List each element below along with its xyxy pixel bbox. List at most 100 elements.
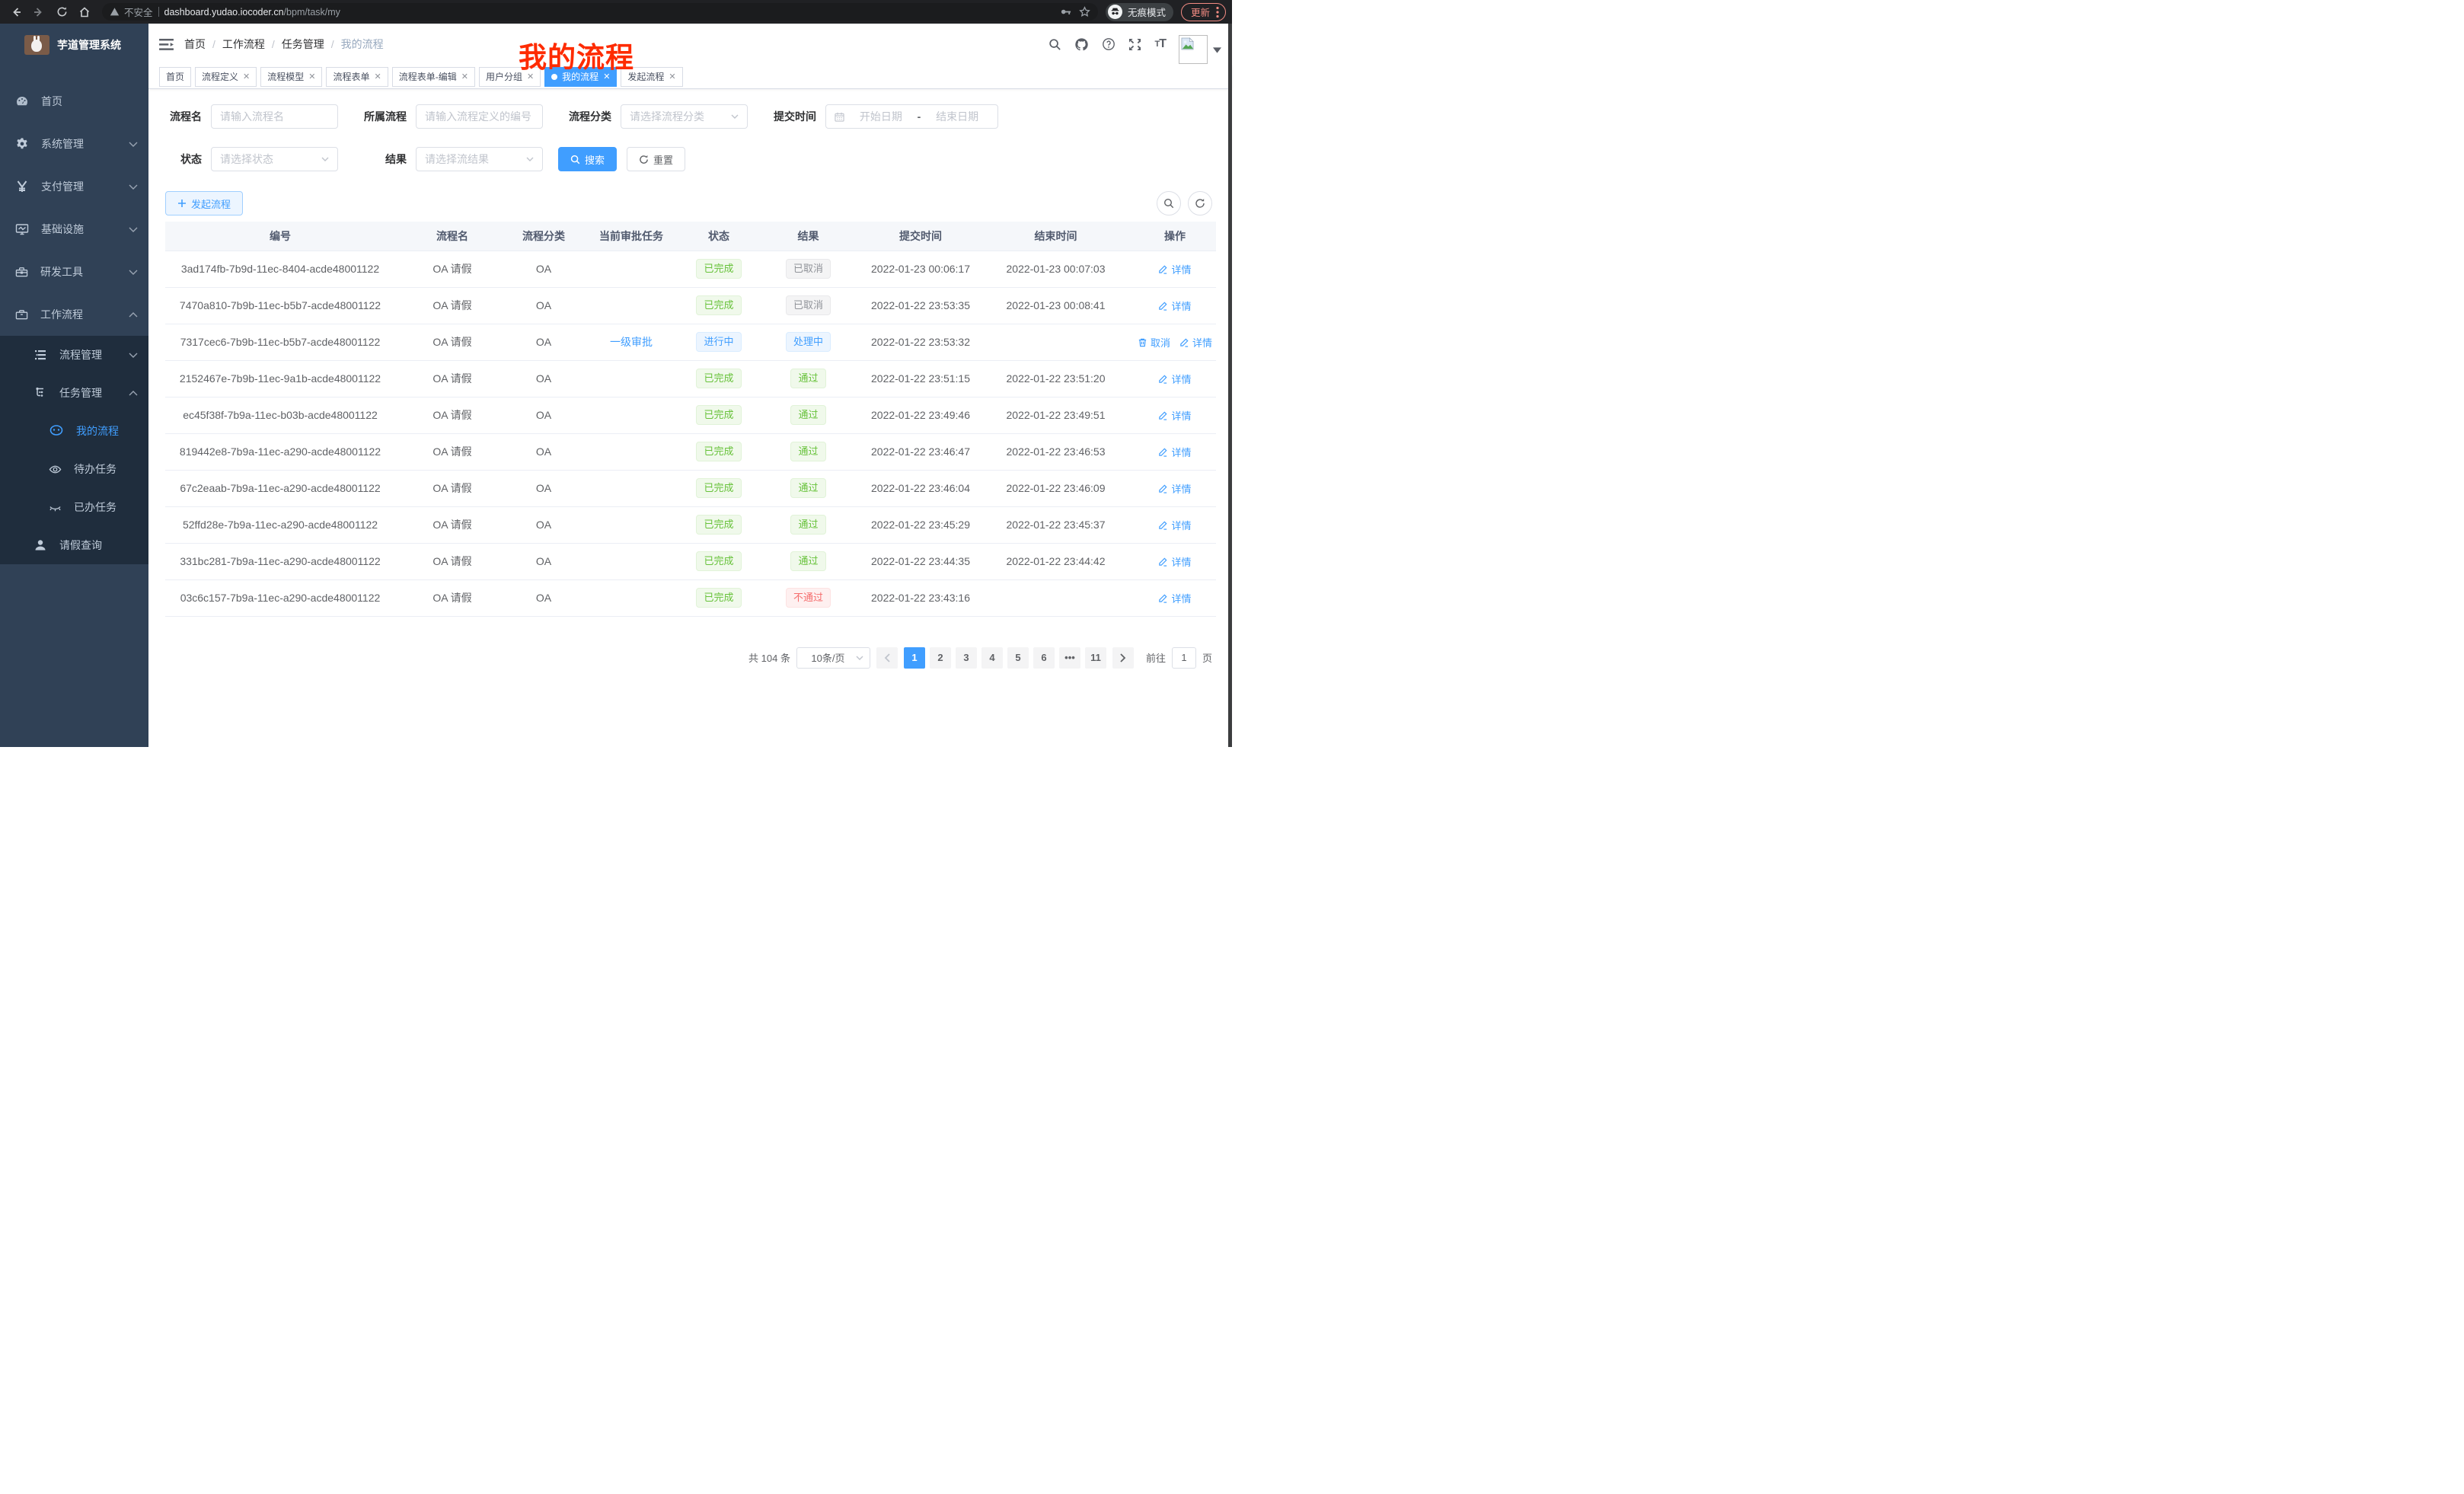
start-process-button[interactable]: 发起流程: [165, 191, 243, 215]
prev-page-button[interactable]: [876, 647, 898, 669]
sidebar-item-10[interactable]: 待办任务: [0, 450, 148, 488]
refresh-table-button[interactable]: [1188, 191, 1212, 215]
sidebar-item-2[interactable]: 系统管理: [0, 123, 148, 165]
browser-update-button[interactable]: 更新: [1181, 3, 1226, 21]
close-icon[interactable]: ✕: [375, 72, 381, 81]
breadcrumb-item[interactable]: 首页: [184, 37, 206, 52]
result-badge: 通过: [790, 515, 825, 535]
browser-back-icon[interactable]: [6, 2, 26, 22]
tab-4[interactable]: 流程表单✕: [326, 67, 388, 87]
cell-end-time: 2022-01-23 00:07:03: [978, 251, 1134, 287]
search-button[interactable]: 搜索: [558, 147, 617, 171]
browser-forward-icon[interactable]: [29, 2, 49, 22]
sidebar-item-3[interactable]: 支付管理: [0, 165, 148, 208]
table-row-7: 67c2eaab-7b9a-11ec-a290-acde48001122OA 请…: [165, 470, 1216, 506]
close-icon[interactable]: ✕: [243, 72, 250, 81]
process-name-input[interactable]: 请输入流程名: [211, 104, 338, 129]
page-button-1[interactable]: 1: [904, 647, 925, 669]
browser-menu-icon: [1216, 6, 1219, 18]
process-definition-input[interactable]: 请输入流程定义的编号: [416, 104, 543, 129]
table-row-10: 03c6c157-7b9a-11ec-a290-acde48001122OA 请…: [165, 579, 1216, 616]
cell-actions: 详情: [1134, 397, 1216, 433]
detail-link[interactable]: 详情: [1158, 481, 1191, 496]
search-icon: [1163, 198, 1174, 209]
detail-link[interactable]: 详情: [1158, 518, 1191, 532]
page-button-5[interactable]: 5: [1007, 647, 1029, 669]
detail-link[interactable]: 详情: [1158, 262, 1191, 276]
reset-button[interactable]: 重置: [627, 147, 685, 171]
edit-icon: [1158, 301, 1168, 311]
github-icon[interactable]: [1074, 37, 1089, 52]
page-button-4[interactable]: 4: [981, 647, 1003, 669]
cell-category: OA: [509, 251, 578, 287]
page-button-6[interactable]: 6: [1033, 647, 1055, 669]
status-select[interactable]: 请选择状态: [211, 147, 338, 171]
detail-link[interactable]: 详情: [1158, 445, 1191, 459]
result-badge: 已取消: [786, 295, 831, 315]
result-select[interactable]: 请选择流结果: [416, 147, 543, 171]
edit-icon: [1158, 520, 1168, 530]
page-button-11[interactable]: 11: [1085, 647, 1106, 669]
sidebar-item-8[interactable]: 任务管理: [0, 374, 148, 412]
breadcrumb-item[interactable]: 工作流程: [222, 37, 265, 52]
sidebar-item-1[interactable]: 首页: [0, 80, 148, 123]
sidebar-item-label: 系统管理: [41, 136, 116, 152]
process-table: 编号流程名流程分类当前审批任务状态结果提交时间结束时间操作 3ad174fb-7…: [165, 222, 1216, 617]
sidebar-item-12[interactable]: 请假查询: [0, 526, 148, 564]
page-button-3[interactable]: 3: [956, 647, 977, 669]
fullscreen-icon[interactable]: [1128, 38, 1141, 51]
gear-icon: [15, 137, 29, 151]
sidebar-item-5[interactable]: 研发工具: [0, 251, 148, 293]
tab-2[interactable]: 流程定义✕: [195, 67, 257, 87]
next-page-button[interactable]: [1112, 647, 1134, 669]
close-icon[interactable]: ✕: [461, 72, 468, 81]
browser-reload-icon[interactable]: [52, 2, 72, 22]
edit-icon: [1158, 374, 1168, 384]
detail-link[interactable]: 详情: [1158, 554, 1191, 569]
tab-1[interactable]: 首页: [159, 67, 191, 87]
sidebar-item-9[interactable]: 我的流程: [0, 412, 148, 450]
font-size-icon[interactable]: TT: [1154, 37, 1166, 51]
close-icon[interactable]: ✕: [308, 72, 315, 81]
search-icon[interactable]: [1048, 38, 1061, 51]
breadcrumb-item[interactable]: 任务管理: [282, 37, 324, 52]
toggle-search-button[interactable]: [1157, 191, 1181, 215]
app-logo-row[interactable]: 芋道管理系统: [0, 24, 148, 66]
browser-home-icon[interactable]: [75, 2, 94, 22]
security-indicator[interactable]: 不安全: [110, 5, 153, 19]
cell-status: 已完成: [685, 433, 753, 470]
cell-end-time: 2022-01-22 23:46:53: [978, 433, 1134, 470]
window-scrollbar[interactable]: [1228, 24, 1232, 747]
submit-time-range-input[interactable]: 开始日期 - 结束日期: [825, 104, 998, 129]
close-icon[interactable]: ✕: [669, 72, 675, 81]
help-icon[interactable]: [1102, 37, 1116, 51]
category-select[interactable]: 请选择流程分类: [621, 104, 748, 129]
page-button-2[interactable]: 2: [930, 647, 951, 669]
detail-link[interactable]: 详情: [1179, 335, 1212, 350]
sidebar-item-4[interactable]: 基础设施: [0, 208, 148, 251]
edit-icon: [1158, 410, 1168, 420]
detail-link[interactable]: 详情: [1158, 372, 1191, 386]
detail-link[interactable]: 详情: [1158, 298, 1191, 313]
avatar[interactable]: [1179, 35, 1208, 64]
sidebar-item-6[interactable]: 工作流程: [0, 293, 148, 336]
cell-id: 819442e8-7b9a-11ec-a290-acde48001122: [165, 433, 395, 470]
sidebar-item-7[interactable]: 流程管理: [0, 336, 148, 374]
detail-link[interactable]: 详情: [1158, 591, 1191, 605]
tab-3[interactable]: 流程模型✕: [260, 67, 322, 87]
key-icon[interactable]: [1060, 6, 1071, 18]
page-size-select[interactable]: 10条/页: [796, 647, 870, 669]
sidebar: 芋道管理系统 首页 系统管理 支付管理 基础设施 研发工具 工作流程 流程管理 …: [0, 24, 148, 747]
goto-page-input[interactable]: 1: [1172, 647, 1196, 669]
address-bar[interactable]: 不安全 dashboard.yudao.iocoder.cn/bpm/task/…: [102, 3, 1098, 21]
task-link[interactable]: 一级审批: [610, 336, 653, 348]
detail-link[interactable]: 详情: [1158, 408, 1191, 423]
sidebar-item-11[interactable]: 已办任务: [0, 488, 148, 526]
user-menu[interactable]: [1179, 35, 1221, 64]
cancel-link[interactable]: 取消: [1138, 335, 1170, 350]
tab-5[interactable]: 流程表单-编辑✕: [392, 67, 475, 87]
cell-name: OA 请假: [395, 433, 509, 470]
hamburger-icon[interactable]: [159, 38, 174, 51]
pager-ellipsis[interactable]: •••: [1059, 647, 1080, 669]
bookmark-star-icon[interactable]: [1079, 6, 1090, 18]
